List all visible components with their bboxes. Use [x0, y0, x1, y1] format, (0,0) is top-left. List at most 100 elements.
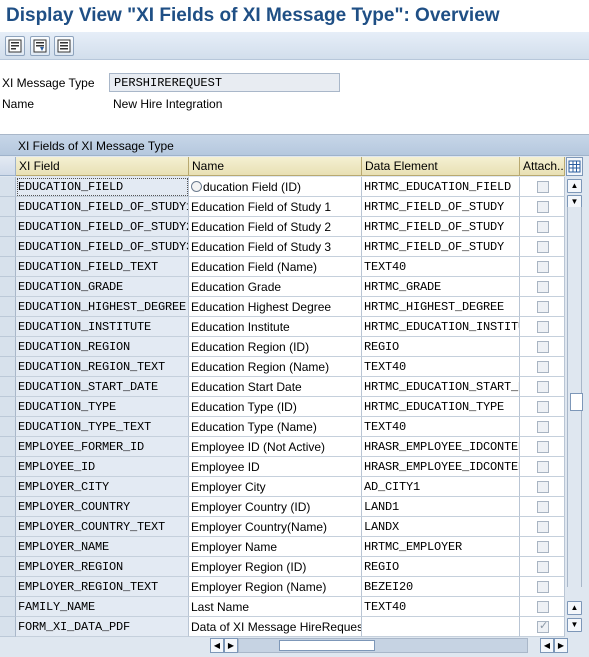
- cell-name[interactable]: Education Highest Degree: [189, 297, 362, 317]
- row-selector[interactable]: [0, 317, 16, 337]
- attach-checkbox[interactable]: [537, 521, 549, 533]
- cell-xi-field[interactable]: EDUCATION_INSTITUTE: [16, 317, 189, 337]
- cell-data-element[interactable]: AD_CITY1: [362, 477, 520, 497]
- cell-data-element[interactable]: HRTMC_EDUCATION_FIELD: [362, 177, 520, 197]
- vertical-scrollbar[interactable]: ▲ ▼ ▲ ▼: [566, 177, 583, 637]
- cell-xi-field[interactable]: EMPLOYER_COUNTRY_TEXT: [16, 517, 189, 537]
- cell-xi-field[interactable]: EDUCATION_TYPE: [16, 397, 189, 417]
- row-selector[interactable]: [0, 617, 16, 637]
- table-row[interactable]: EDUCATION_HIGHEST_DEGREE Education Highes…: [0, 297, 565, 317]
- cell-xi-field[interactable]: EDUCATION_FIELD_OF_STUDY3: [16, 237, 189, 257]
- cell-name[interactable]: Employee ID (Not Active): [189, 437, 362, 457]
- row-selector[interactable]: [0, 417, 16, 437]
- table-row[interactable]: EMPLOYER_REGION_TEXT Employer Region (Nam…: [0, 577, 565, 597]
- table-row[interactable]: EDUCATION_FIELD_OF_STUDY3 Education Field…: [0, 237, 565, 257]
- attach-checkbox[interactable]: [537, 341, 549, 353]
- cell-name[interactable]: Education Field of Study 2: [189, 217, 362, 237]
- scroll-page-down-button[interactable]: ▲: [567, 601, 582, 615]
- cell-xi-field[interactable]: EMPLOYEE_FORMER_ID: [16, 437, 189, 457]
- cell-data-element[interactable]: LANDX: [362, 517, 520, 537]
- cell-name[interactable]: Employer Country(Name): [189, 517, 362, 537]
- cell-name[interactable]: Education Type (ID): [189, 397, 362, 417]
- cell-xi-field[interactable]: EDUCATION_REGION_TEXT: [16, 357, 189, 377]
- cell-name[interactable]: Education Field (Name): [189, 257, 362, 277]
- attach-checkbox[interactable]: [537, 181, 549, 193]
- cell-name[interactable]: Education Start Date: [189, 377, 362, 397]
- attach-checkbox[interactable]: [537, 501, 549, 513]
- row-selector[interactable]: [0, 557, 16, 577]
- scroll-track[interactable]: [567, 207, 583, 587]
- cell-xi-field[interactable]: EMPLOYEE_ID: [16, 457, 189, 477]
- table-row[interactable]: EDUCATION_TYPE_TEXT Education Type (Name)…: [0, 417, 565, 437]
- row-selector[interactable]: [0, 357, 16, 377]
- cell-data-element[interactable]: HRTMC_GRADE: [362, 277, 520, 297]
- row-selector[interactable]: [0, 577, 16, 597]
- previous-entry-button[interactable]: [30, 36, 50, 56]
- cell-name[interactable]: Data of XI Message HireReques: [189, 617, 362, 637]
- cell-name[interactable]: Employer Region (Name): [189, 577, 362, 597]
- scroll-last-column-button[interactable]: ▶: [554, 638, 568, 653]
- horizontal-scroll-track[interactable]: [238, 638, 528, 653]
- attach-checkbox[interactable]: [537, 461, 549, 473]
- attach-checkbox[interactable]: [537, 281, 549, 293]
- horizontal-scroll-thumb[interactable]: [279, 640, 375, 651]
- cell-xi-field[interactable]: EDUCATION_FIELD_TEXT: [16, 257, 189, 277]
- attach-checkbox[interactable]: [537, 421, 549, 433]
- cell-xi-field[interactable]: EMPLOYER_REGION_TEXT: [16, 577, 189, 597]
- cell-xi-field[interactable]: EDUCATION_REGION: [16, 337, 189, 357]
- row-selector[interactable]: [0, 397, 16, 417]
- row-selector[interactable]: [0, 377, 16, 397]
- column-header-attach[interactable]: Attach...: [520, 157, 565, 176]
- cell-name[interactable]: Education Grade: [189, 277, 362, 297]
- table-row[interactable]: EDUCATION_FIELD_OF_STUDY2 Education Field…: [0, 217, 565, 237]
- cell-xi-field[interactable]: EMPLOYER_REGION: [16, 557, 189, 577]
- table-row[interactable]: EMPLOYER_NAME Employer Name HRTMC_EMPLOYER: [0, 537, 565, 557]
- cell-data-element[interactable]: BEZEI20: [362, 577, 520, 597]
- attach-checkbox[interactable]: [537, 261, 549, 273]
- table-row[interactable]: EMPLOYER_CITY Employer City AD_CITY1: [0, 477, 565, 497]
- attach-checkbox[interactable]: [537, 361, 549, 373]
- cell-name[interactable]: Education Field of Study 1: [189, 197, 362, 217]
- attach-checkbox[interactable]: [537, 201, 549, 213]
- cell-xi-field[interactable]: EDUCATION_START_DATE: [16, 377, 189, 397]
- cell-name[interactable]: Employer Region (ID): [189, 557, 362, 577]
- attach-checkbox[interactable]: [537, 441, 549, 453]
- row-selector[interactable]: [0, 197, 16, 217]
- table-row[interactable]: FORM_XI_DATA_PDF Data of XI Message HireR…: [0, 617, 565, 637]
- cell-name[interactable]: Employee ID: [189, 457, 362, 477]
- table-row[interactable]: EDUCATION_FIELD_OF_STUDY1 Education Field…: [0, 197, 565, 217]
- cell-xi-field[interactable]: EDUCATION_TYPE_TEXT: [16, 417, 189, 437]
- cell-data-element[interactable]: TEXT40: [362, 357, 520, 377]
- cell-data-element[interactable]: REGIO: [362, 337, 520, 357]
- cell-name[interactable]: Education Region (ID): [189, 337, 362, 357]
- cell-name[interactable]: Education Institute: [189, 317, 362, 337]
- cell-data-element[interactable]: HRTMC_EDUCATION_INSTITU: [362, 317, 520, 337]
- attach-checkbox[interactable]: [537, 619, 549, 633]
- attach-checkbox[interactable]: [537, 601, 549, 613]
- cell-xi-field[interactable]: EDUCATION_FIELD_OF_STUDY2: [16, 217, 189, 237]
- row-selector[interactable]: [0, 297, 16, 317]
- attach-checkbox[interactable]: [537, 481, 549, 493]
- row-selector[interactable]: [0, 177, 16, 197]
- table-row[interactable]: EDUCATION_FIELD_TEXT Education Field (Nam…: [0, 257, 565, 277]
- cell-data-element[interactable]: HRASR_EMPLOYEE_IDCONTEN: [362, 457, 520, 477]
- cell-data-element[interactable]: HRTMC_FIELD_OF_STUDY: [362, 197, 520, 217]
- column-settings-button[interactable]: [566, 157, 583, 176]
- cell-data-element[interactable]: HRTMC_FIELD_OF_STUDY: [362, 217, 520, 237]
- row-selector[interactable]: [0, 597, 16, 617]
- cell-data-element[interactable]: HRTMC_EDUCATION_START_D: [362, 377, 520, 397]
- scroll-left-button[interactable]: ▶: [224, 638, 238, 653]
- row-selector[interactable]: [0, 457, 16, 477]
- cell-data-element[interactable]: REGIO: [362, 557, 520, 577]
- attach-checkbox[interactable]: [537, 541, 549, 553]
- cell-data-element[interactable]: HRTMC_EMPLOYER: [362, 537, 520, 557]
- cell-xi-field[interactable]: EDUCATION_FIELD_OF_STUDY1: [16, 197, 189, 217]
- attach-checkbox[interactable]: [537, 221, 549, 233]
- next-entry-button[interactable]: [54, 36, 74, 56]
- table-row[interactable]: EDUCATION_TYPE Education Type (ID) HRTMC_E…: [0, 397, 565, 417]
- table-row[interactable]: EDUCATION_REGION_TEXT Education Region (N…: [0, 357, 565, 377]
- row-selector[interactable]: [0, 477, 16, 497]
- cell-data-element[interactable]: TEXT40: [362, 597, 520, 617]
- cell-data-element[interactable]: HRTMC_FIELD_OF_STUDY: [362, 237, 520, 257]
- cell-data-element[interactable]: TEXT40: [362, 257, 520, 277]
